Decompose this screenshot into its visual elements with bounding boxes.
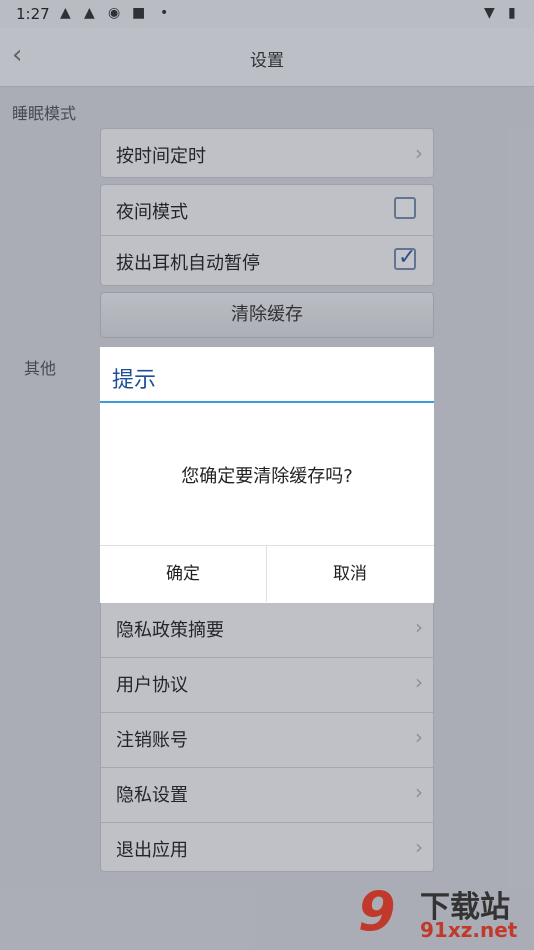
watermark-url: 91xz.net bbox=[420, 918, 518, 942]
watermark-logo: 9 bbox=[358, 880, 396, 943]
cancel-button[interactable]: 取消 bbox=[267, 546, 433, 602]
watermark: 9 下载站 91xz.net bbox=[358, 880, 528, 946]
confirm-button[interactable]: 确定 bbox=[100, 546, 267, 602]
dialog-buttons: 确定 取消 bbox=[100, 545, 434, 604]
confirm-dialog: 提示 您确定要清除缓存吗? 确定 取消 bbox=[100, 347, 434, 603]
dialog-title: 提示 bbox=[112, 368, 157, 393]
dialog-message: 您确定要清除缓存吗? bbox=[181, 466, 353, 487]
dialog-divider bbox=[100, 401, 434, 403]
